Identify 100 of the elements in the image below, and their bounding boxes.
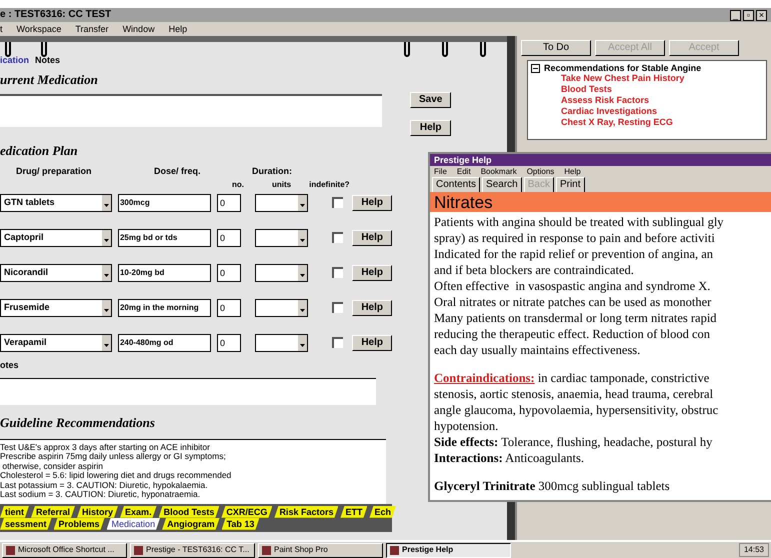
help-toolbar-button[interactable]: Contents [432,177,480,193]
dose-field[interactable]: 20mg in the morning [118,298,211,317]
section-tab[interactable]: Tab 13 [222,518,260,530]
column-header: Duration: [252,165,292,178]
drug-dropdown[interactable]: Captopril [0,228,112,247]
window-title: e : TEST6316: CC TEST [0,10,112,20]
help-text-line: Glyceryl Trinitrate 300mcg sublingual tablets [434,478,670,494]
help-text-line: Interactions: Anticoagulants. [434,450,584,466]
drug-dropdown[interactable]: Frusemide [0,298,112,317]
menu-item[interactable]: Help [564,168,581,176]
section-tab[interactable]: CXR/ECG [221,506,272,518]
topic-title: Nitrates [434,194,493,210]
dose-field[interactable]: 25mg bd or tds [118,228,211,247]
help-toolbar-button[interactable]: Print [556,177,585,193]
save-button[interactable]: Save [410,92,452,108]
duration-number-field[interactable]: 0 [216,264,241,282]
section-tab[interactable]: Exam. [120,506,157,518]
indefinite-checkbox[interactable] [332,267,344,278]
todo-button[interactable]: To Do [521,40,591,56]
section-tab[interactable]: Blood Tests [158,506,220,518]
menu-item[interactable]: Options [526,168,554,176]
section-tab[interactable]: Problems [54,518,105,530]
dose-field[interactable]: 240-480mg od [118,334,211,352]
menu-item[interactable]: t [0,24,3,34]
units-dropdown[interactable] [254,228,308,247]
taskbar-button[interactable]: Paint Shop Pro [258,542,383,558]
section-heading: Guideline Recommendations [0,414,155,430]
units-dropdown[interactable] [254,298,308,317]
column-header: indefinite? [309,178,350,191]
help-text-line: Patients with angina should be treated with sublingual gly [434,214,724,230]
window-control-button[interactable]: ▫ [743,10,754,20]
taskbar-button[interactable]: Prestige - TEST6316: CC T... [130,542,255,558]
menu-item[interactable]: Transfer [75,24,109,34]
tree-item[interactable]: Chest X Ray, Resting ECG [561,117,763,128]
menu-item[interactable]: Bookmark [480,168,517,176]
dose-field[interactable]: 10-20mg bd [118,264,211,282]
help-button[interactable]: Help [410,120,452,136]
help-text-line: each day usually maintains effectiveness. [434,342,640,358]
section-tab[interactable]: tient [0,506,29,518]
notebook-tab[interactable]: Notes [35,56,60,64]
notebook-tab[interactable]: ication [0,56,30,64]
help-text-line: and if beta blockers are contraindicated. [434,262,634,278]
menu-item[interactable]: File [434,168,447,176]
notes-label: otes [0,360,20,370]
section-tab[interactable]: ETT [340,506,368,518]
help-button[interactable]: Help [352,230,392,246]
help-text-line: Side effects: Tolerance, flushing, headache, postural hy [434,434,712,450]
section-tab[interactable]: Risk Factors [274,506,338,518]
menu-item[interactable]: Window [122,24,155,34]
indefinite-checkbox[interactable] [332,232,344,244]
taskbar-button[interactable]: Microsoft Office Shortcut ... [2,542,127,558]
help-text-line: Many patients on transdermal or long term nitrates rapid [434,310,717,326]
help-button[interactable]: Help [352,334,392,351]
indefinite-checkbox[interactable] [332,337,344,348]
menu-item[interactable]: Workspace [16,24,62,34]
indefinite-checkbox[interactable] [332,197,344,208]
units-dropdown[interactable] [254,264,308,282]
help-window-title: Prestige Help [434,156,492,164]
section-tab[interactable]: History [77,506,118,518]
dose-field[interactable]: 300mcg [118,194,211,212]
help-button[interactable]: Help [352,300,392,316]
help-text-line: Indicated for the rapid relief or prevention of angina, an [434,246,714,262]
duration-number-field[interactable]: 0 [216,228,241,247]
drug-dropdown[interactable]: Nicorandil [0,264,112,282]
section-tab[interactable]: sessment [0,518,52,530]
menu-item[interactable]: Edit [456,168,471,176]
guideline-text: Test U&E's approx 3 days after starting on ACE inhibitor Prescribe aspirin 75mg daily unless allergy or GI symptoms; otherwise, consider aspirin Cholesterol = 5.6: lipid lowering diet and drugs recommended Last potassium = 3. CAUTION: Diuretic, hypokalaemia. Last sodium = 3. CAUTION: Diuretic, hyponatraemia. [0,438,386,504]
collapse-icon[interactable] [531,64,540,73]
help-text-line: hypotension. [434,418,498,434]
duration-number-field[interactable]: 0 [216,334,241,352]
tree-item[interactable]: Take New Chest Pain History [561,73,763,84]
help-toolbar-button[interactable]: Search [482,177,522,193]
units-dropdown[interactable] [254,334,308,352]
menu-item[interactable]: Help [168,24,188,34]
help-text-line: in cardiac tamponade, constrictive [536,370,710,386]
tree-item[interactable]: Assess Risk Factors [561,95,763,106]
indefinite-checkbox[interactable] [332,302,344,314]
contraindications-link[interactable]: Contraindications: [434,370,535,386]
tree-item[interactable]: Cardiac Investigations [561,106,763,117]
section-tab[interactable]: Referral [31,506,76,518]
tree-item[interactable]: Recommendations for Stable Angine [544,64,702,73]
section-tab[interactable]: Angiogram [162,518,220,530]
column-header: Drug/ preparation [16,165,93,178]
drug-dropdown[interactable]: Verapamil [0,334,112,352]
window-control-button[interactable]: _ [730,10,741,20]
help-button[interactable]: Help [352,194,392,211]
duration-number-field[interactable]: 0 [216,298,241,317]
drug-dropdown[interactable]: GTN tablets [0,194,112,212]
section-tab[interactable]: Medication [106,518,160,530]
window-control-button[interactable]: × [756,10,767,20]
duration-number-field[interactable]: 0 [216,194,241,212]
section-tab[interactable]: Ech [369,506,396,518]
help-text-line: Often effective in vasospastic angina and syndrome X. [434,278,710,294]
ring-icon [4,42,12,58]
taskbar-button[interactable]: Prestige Help [386,542,511,558]
help-button[interactable]: Help [352,264,392,281]
tree-item[interactable]: Blood Tests [561,84,763,95]
units-dropdown[interactable] [254,194,308,212]
notes-field[interactable] [0,378,376,405]
current-medication-field[interactable] [0,94,382,128]
